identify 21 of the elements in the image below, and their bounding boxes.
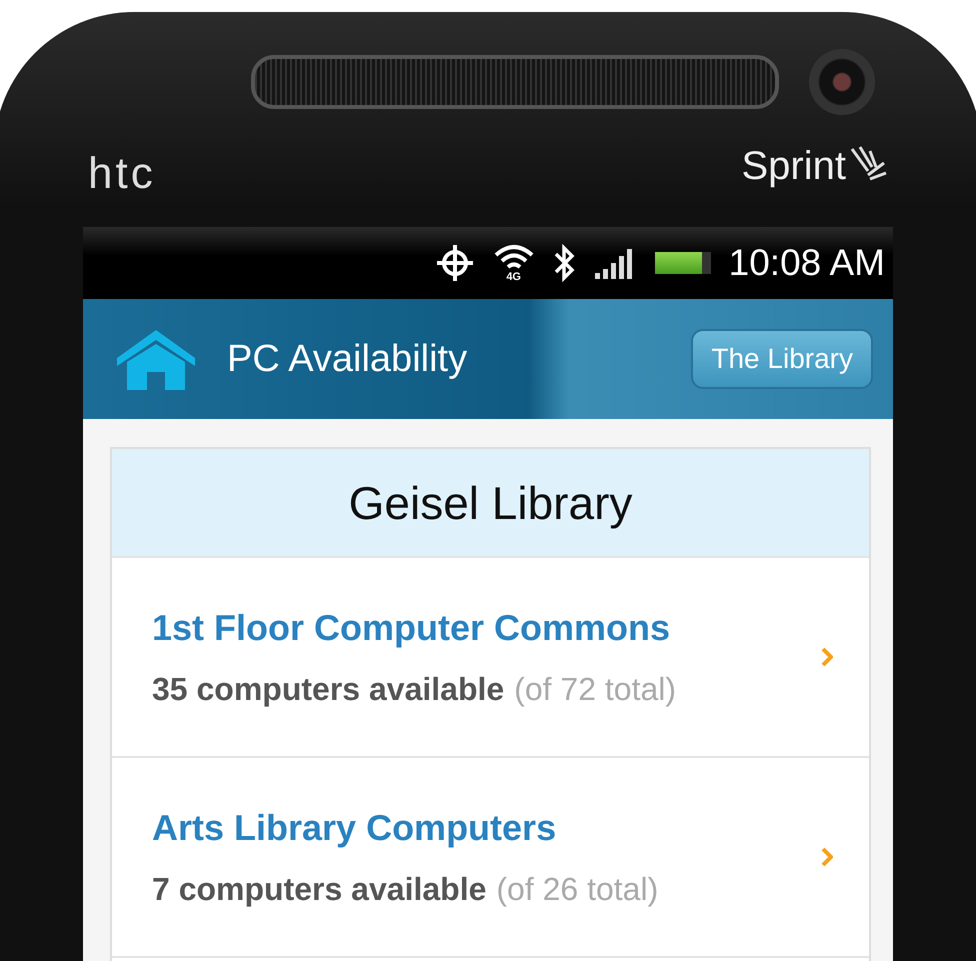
app-title: PC Availability [227,338,468,380]
location-row[interactable]: 1st Floor Computer Commons 35 computers available (of 72 total) [112,558,869,758]
section-title: Geisel Library [348,476,632,530]
available-count: 35 computers available [152,670,504,708]
available-count: 7 computers available [152,870,486,908]
crosshair-icon [434,243,475,283]
network-label: 4G [506,272,521,282]
total-count: (of 72 total) [514,670,676,708]
chevron-icon [821,647,833,667]
bluetooth-icon [552,243,575,283]
battery-icon [654,252,711,274]
location-name: 1st Floor Computer Commons [152,606,672,648]
clock-time: 10:08 AM [728,242,885,284]
total-count: (of 26 total) [496,870,658,908]
home-icon[interactable] [115,328,197,390]
maker-label: htc [88,152,156,196]
location-row[interactable]: Arts Library Computers 7 computers available (of 26 total) [112,758,869,958]
carrier-label: Sprint [742,144,846,189]
chevron-icon [821,847,833,867]
location-name: Arts Library Computers [152,806,558,848]
wifi-icon [492,244,535,272]
